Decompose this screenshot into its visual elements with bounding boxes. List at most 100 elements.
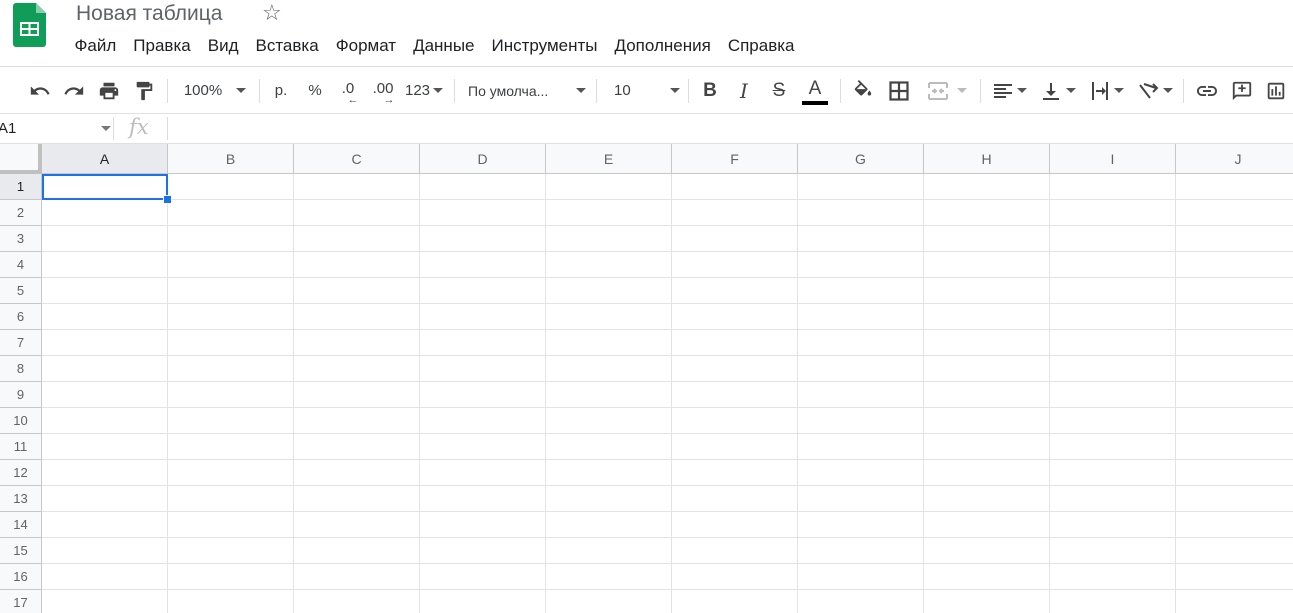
undo-icon (30, 85, 50, 95)
currency-format-button[interactable]: р. (268, 67, 294, 114)
fill-color-button[interactable] (849, 67, 877, 114)
row-header[interactable]: 2 (0, 200, 42, 226)
star-outline-icon[interactable]: ☆ (262, 0, 282, 26)
menu-view[interactable]: Вид (199, 34, 247, 58)
row-header[interactable]: 15 (0, 538, 42, 564)
strikethrough-button[interactable]: S (766, 67, 792, 114)
toolbar: 100% р. % .0 ← .00 → 123 По умолча... 10… (0, 66, 1293, 114)
merge-cells-button[interactable] (922, 67, 972, 114)
select-all-corner[interactable] (0, 144, 42, 174)
toolbar-separator (980, 79, 981, 103)
column-header-h[interactable]: H (924, 144, 1050, 174)
column-header-d[interactable]: D (420, 144, 546, 174)
text-rotation-button[interactable] (1134, 67, 1176, 114)
bold-button[interactable]: B (697, 67, 723, 114)
borders-icon (889, 80, 909, 101)
text-color-icon: A (808, 78, 822, 99)
formula-input[interactable] (175, 119, 1275, 139)
decrease-decimals-button[interactable]: .0 ← (334, 67, 362, 114)
paint-format-button[interactable] (130, 67, 158, 114)
row-headers: 1 2 3 4 5 6 7 8 9 10 11 12 13 14 15 16 1… (0, 174, 42, 613)
borders-button[interactable] (885, 67, 913, 114)
row-header[interactable]: 3 (0, 226, 42, 252)
toolbar-separator (840, 79, 841, 103)
cell-area[interactable] (42, 174, 1293, 613)
row-header[interactable]: 1 (0, 174, 42, 200)
menu-help[interactable]: Справка (719, 34, 803, 58)
bold-icon: B (703, 79, 717, 101)
row-header[interactable]: 16 (0, 564, 42, 590)
font-family-select[interactable]: По умолча... (468, 67, 586, 114)
column-header-b[interactable]: B (168, 144, 294, 174)
chevron-down-icon (433, 88, 444, 93)
menu-format[interactable]: Формат (327, 34, 404, 58)
row-header[interactable]: 6 (0, 304, 42, 330)
column-header-i[interactable]: I (1050, 144, 1176, 174)
text-color-swatch (802, 101, 828, 105)
insert-link-button[interactable] (1193, 67, 1221, 114)
undo-button[interactable] (26, 67, 54, 114)
zoom-select[interactable]: 100% (178, 67, 252, 114)
row-header[interactable]: 17 (0, 590, 42, 613)
toolbar-separator (454, 79, 455, 103)
number-format-label: 123 (404, 82, 431, 99)
font-size-select[interactable]: 10 (610, 67, 680, 114)
menu-file[interactable]: Файл (66, 34, 125, 58)
fill-color-icon (854, 79, 872, 96)
column-header-j[interactable]: J (1176, 144, 1293, 174)
document-title[interactable]: Новая таблица (76, 2, 223, 26)
row-header[interactable]: 4 (0, 252, 42, 278)
row-header[interactable]: 9 (0, 382, 42, 408)
number-format-select[interactable]: 123 (403, 67, 445, 114)
redo-button[interactable] (60, 67, 88, 114)
row-header[interactable]: 11 (0, 434, 42, 460)
row-header[interactable]: 14 (0, 512, 42, 538)
row-header[interactable]: 13 (0, 486, 42, 512)
horizontal-align-icon (994, 83, 1012, 98)
column-header-f[interactable]: F (672, 144, 798, 174)
print-button[interactable] (95, 67, 123, 114)
row-header[interactable]: 8 (0, 356, 42, 382)
fill-handle[interactable] (163, 195, 172, 204)
name-box[interactable]: A1 (0, 114, 112, 143)
menu-addons[interactable]: Дополнения (606, 34, 719, 58)
sheets-logo-icon[interactable] (13, 3, 46, 47)
column-header-c[interactable]: C (294, 144, 420, 174)
text-wrap-button[interactable] (1086, 67, 1128, 114)
chevron-down-icon (957, 88, 967, 93)
column-header-e[interactable]: E (546, 144, 672, 174)
active-cell-a1[interactable] (42, 174, 168, 200)
chevron-down-icon (576, 88, 586, 93)
zoom-value: 100% (183, 82, 223, 99)
insert-chart-button[interactable] (1262, 67, 1290, 114)
increase-decimals-button[interactable]: .00 → (368, 67, 398, 114)
strikethrough-icon: S (772, 79, 786, 101)
text-rotation-icon (1138, 82, 1158, 99)
italic-button[interactable]: I (731, 67, 757, 114)
formula-bar-separator (113, 117, 114, 140)
menu-bar: Файл Правка Вид Вставка Формат Данные Ин… (66, 34, 803, 58)
row-header[interactable]: 12 (0, 460, 42, 486)
column-header-a[interactable]: A (42, 144, 168, 174)
percent-format-button[interactable]: % (302, 67, 328, 114)
name-box-value: A1 (0, 120, 17, 137)
horizontal-align-button[interactable] (989, 67, 1031, 114)
chevron-down-icon (670, 88, 680, 93)
row-header[interactable]: 5 (0, 278, 42, 304)
chevron-down-icon (1066, 88, 1076, 93)
insert-comment-button[interactable] (1228, 67, 1256, 114)
menu-tools[interactable]: Инструменты (483, 34, 606, 58)
menu-insert[interactable]: Вставка (247, 34, 327, 58)
vertical-align-button[interactable] (1038, 67, 1080, 114)
menu-data[interactable]: Данные (405, 34, 483, 58)
chevron-down-icon (1017, 88, 1027, 93)
insert-chart-icon (1267, 82, 1285, 99)
percent-label: % (308, 82, 322, 99)
toolbar-separator (596, 79, 597, 103)
text-color-button[interactable]: A (800, 67, 830, 114)
row-header[interactable]: 7 (0, 330, 42, 356)
row-header[interactable]: 10 (0, 408, 42, 434)
column-header-g[interactable]: G (798, 144, 924, 174)
arrow-right-icon: → (383, 93, 395, 106)
menu-edit[interactable]: Правка (125, 34, 199, 58)
